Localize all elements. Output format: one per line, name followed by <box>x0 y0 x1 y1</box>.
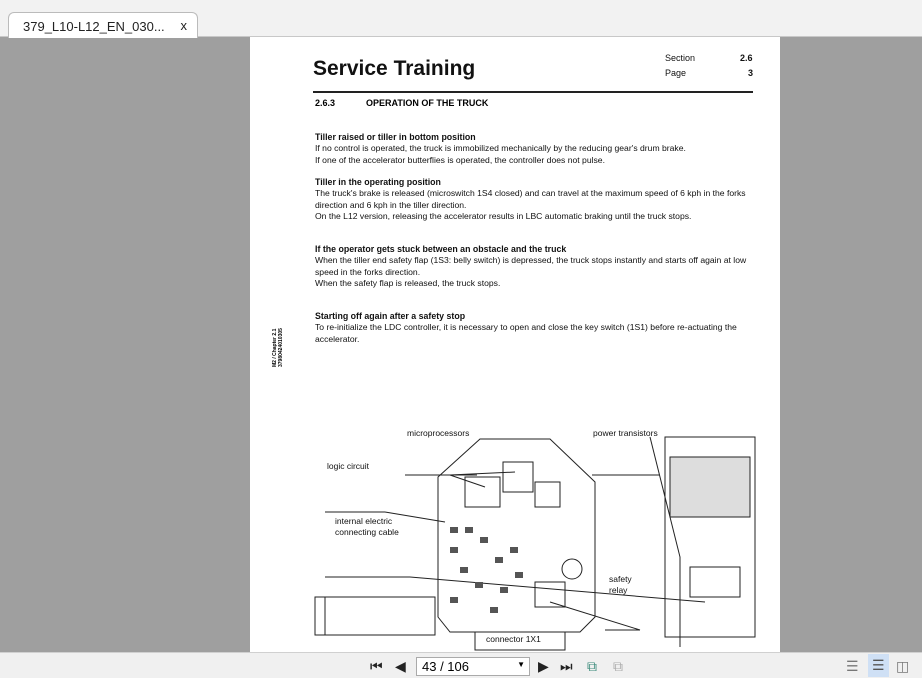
page-value: 3 <box>748 68 754 78</box>
section-title: OPERATION OF THE TRUCK <box>366 98 489 108</box>
block-line: When the tiller end safety flap (1S3: be… <box>315 255 747 277</box>
continuous-view-icon[interactable]: ☰ <box>868 654 889 677</box>
text-block: Starting off again after a safety stop T… <box>315 311 757 345</box>
block-heading: If the operator gets stuck between an ob… <box>315 244 567 254</box>
tab-title: 379_L10-L12_EN_030... <box>23 19 165 34</box>
section-value: 2.6 <box>740 53 753 63</box>
label-cable-2: connecting cable <box>335 527 399 537</box>
page-title: Service Training <box>313 57 476 80</box>
block-heading: Starting off again after a safety stop <box>315 311 466 321</box>
header-rule <box>313 91 753 93</box>
label-logic-circuit: logic circuit <box>327 461 370 471</box>
block-line: To re-initialize the LDC controller, it … <box>315 322 737 344</box>
controller-diagram <box>314 436 756 651</box>
text-block: Tiller in the operating position The tru… <box>315 177 757 222</box>
block-heading: Tiller in the operating position <box>315 177 441 187</box>
page-display: 43 / 106 <box>422 659 469 674</box>
label-power-transistors: power transistors <box>593 428 658 438</box>
block-line: The truck's brake is released (microswit… <box>315 188 746 210</box>
two-page-view-icon[interactable]: ◫ <box>896 658 909 675</box>
block-line: If no control is operated, the truck is … <box>315 143 686 154</box>
chevron-down-icon[interactable]: ▼ <box>517 660 525 669</box>
page-number-input[interactable]: 43 / 106 ▼ <box>416 657 530 676</box>
page-label: Page <box>665 68 687 78</box>
label-cable-1: internal electric <box>335 516 393 526</box>
pdf-page: Service Training Section 2.6 Page 3 2.6.… <box>250 37 780 652</box>
previous-view-icon[interactable]: ⧉ <box>587 658 597 675</box>
last-page-button[interactable]: ⏭ <box>560 658 573 675</box>
block-line: If one of the accelerator butterflies is… <box>315 154 605 165</box>
single-page-view-icon[interactable]: ☰ <box>846 658 859 675</box>
side-note-line: 37980424010305 <box>278 328 284 367</box>
text-block: If the operator gets stuck between an ob… <box>315 244 757 289</box>
previous-page-button[interactable]: ◀ <box>395 658 406 675</box>
label-connector: connector 1X1 <box>486 634 541 644</box>
section-label: Section <box>665 53 696 63</box>
label-safety: safety <box>609 574 632 584</box>
tab-bar: 379_L10-L12_EN_030... x <box>0 0 922 38</box>
label-microprocessors: microprocessors <box>407 428 470 438</box>
text-block: Tiller raised or tiller in bottom positi… <box>315 132 757 166</box>
side-note: M2 / Chapter 2.1 37980424010305 <box>272 307 284 367</box>
block-heading: Tiller raised or tiller in bottom positi… <box>315 132 476 142</box>
close-tab-icon[interactable]: x <box>181 18 188 33</box>
block-line: When the safety flap is released, the tr… <box>315 277 501 288</box>
section-number: 2.6.3 <box>315 98 336 108</box>
label-relay: relay <box>609 585 628 595</box>
first-page-button[interactable]: ⏮ <box>370 658 383 675</box>
block-line: On the L12 version, releasing the accele… <box>315 210 692 221</box>
bottom-toolbar: ⏮ ◀ 43 / 106 ▼ ▶ ⏭ ⧉ ⧉ ☰ ☰ ◫ <box>0 652 922 678</box>
next-view-icon[interactable]: ⧉ <box>613 658 623 675</box>
document-tab[interactable]: 379_L10-L12_EN_030... x <box>8 12 198 38</box>
next-page-button[interactable]: ▶ <box>538 658 549 675</box>
